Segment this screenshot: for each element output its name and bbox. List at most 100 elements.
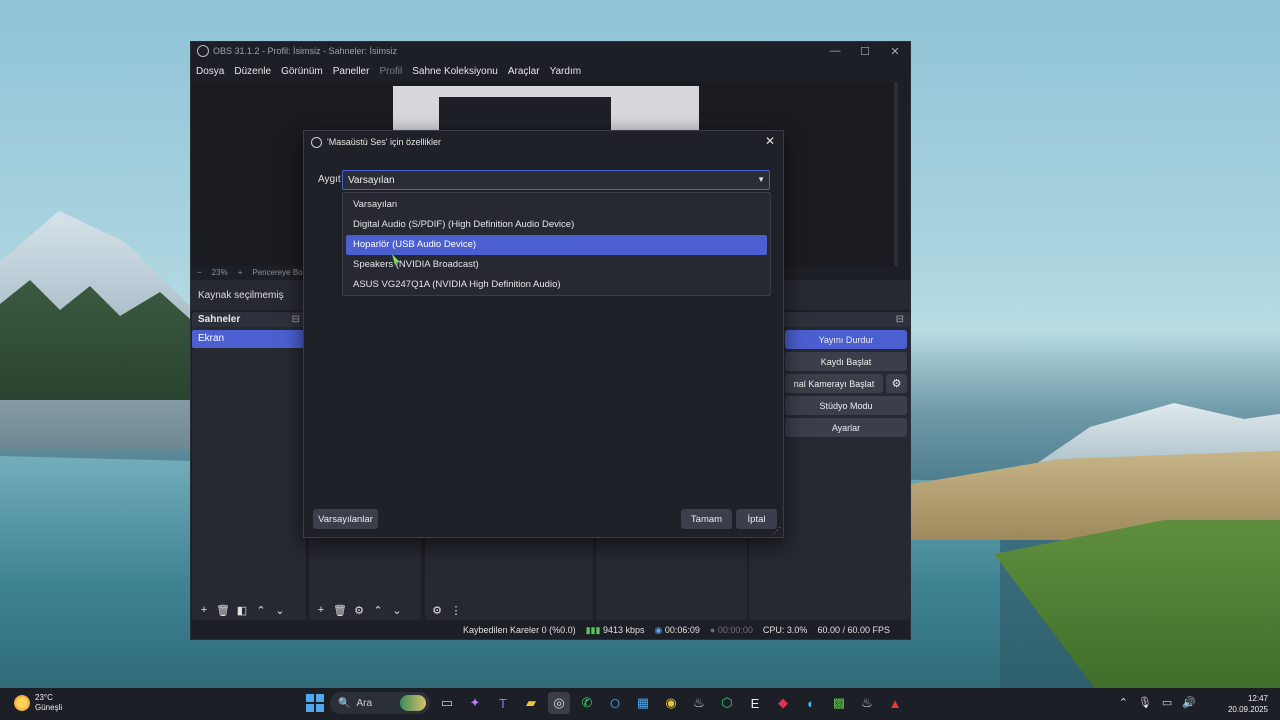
menu-view[interactable]: Görünüm bbox=[276, 64, 328, 80]
minecraft-icon[interactable]: ▩ bbox=[828, 692, 850, 714]
taskbar-apps: 🔍 Ara ▭ ✦ T ▰ ◎ ✆ O ▦ ◉ ♨ ⬡ E ◆ ◐ ▩ ♨ ▲ bbox=[306, 692, 906, 714]
obs-window-title: OBS 31.1.2 - Profil: İsimsiz - Sahneler:… bbox=[213, 46, 398, 56]
chrome-icon[interactable]: ◉ bbox=[660, 692, 682, 714]
advanced-audio-icon[interactable]: ⚙ bbox=[429, 604, 445, 617]
whatsapp-icon[interactable]: ✆ bbox=[576, 692, 598, 714]
obs-taskbar-icon[interactable]: ◎ bbox=[548, 692, 570, 714]
scenes-dock: Sahneler ⊟ Ekran + 🗑 ◧ ⌃ ⌄ bbox=[192, 312, 306, 620]
signal-icon: ▮▮▮ bbox=[585, 624, 601, 635]
teams-icon[interactable]: T bbox=[492, 692, 514, 714]
trash-icon[interactable]: 🗑 bbox=[332, 604, 348, 617]
settings-button[interactable]: Ayarlar bbox=[785, 418, 907, 437]
device-option[interactable]: Digital Audio (S/PDIF) (High Definition … bbox=[346, 215, 767, 235]
steam-secondary-icon[interactable]: ♨ bbox=[856, 692, 878, 714]
obs-logo-icon bbox=[197, 45, 209, 57]
studio-mode-button[interactable]: Stüdyo Modu bbox=[785, 396, 907, 415]
chevron-down-icon: ▼ bbox=[757, 175, 765, 184]
menu-docks[interactable]: Paneller bbox=[328, 64, 375, 80]
zoom-in-button[interactable]: + bbox=[238, 268, 243, 277]
zoom-out-button[interactable]: − bbox=[197, 268, 202, 277]
network-icon[interactable]: ▭ bbox=[1162, 696, 1172, 709]
preview-canvas bbox=[393, 86, 699, 132]
stream-time: ◉ 00:06:09 bbox=[655, 625, 700, 636]
red-app-icon[interactable]: ▲ bbox=[884, 692, 906, 714]
chevron-down-icon[interactable]: ⌄ bbox=[389, 604, 405, 617]
file-explorer-icon[interactable]: ▰ bbox=[520, 692, 542, 714]
store-icon[interactable]: ▦ bbox=[632, 692, 654, 714]
menu-scene-collection[interactable]: Sahne Koleksiyonu bbox=[407, 64, 503, 80]
menu-edit[interactable]: Düzenle bbox=[229, 64, 276, 80]
weather-text: 23°C Güneşli bbox=[35, 693, 62, 713]
cpu-usage: CPU: 3.0% bbox=[762, 625, 808, 635]
device-dropdown-list: Varsayılan Digital Audio (S/PDIF) (High … bbox=[342, 192, 771, 296]
device-option[interactable]: ASUS VG247Q1A (NVIDIA High Definition Au… bbox=[346, 275, 767, 295]
clock[interactable]: 12:47 20.09.2025 bbox=[1228, 693, 1268, 715]
chevron-up-icon[interactable]: ⌃ bbox=[253, 604, 269, 617]
menu-profile[interactable]: Profil bbox=[374, 64, 407, 80]
preview-scrollbar[interactable] bbox=[894, 82, 898, 266]
menu-file[interactable]: Dosya bbox=[191, 64, 229, 80]
windows-start-icon[interactable] bbox=[306, 694, 324, 712]
chevron-up-icon[interactable]: ⌃ bbox=[370, 604, 386, 617]
stop-stream-button[interactable]: Yayını Durdur bbox=[785, 330, 907, 349]
device-option[interactable]: Speakers (NVIDIA Broadcast) bbox=[346, 255, 767, 275]
trash-icon[interactable]: 🗑 bbox=[215, 604, 231, 617]
defaults-button[interactable]: Varsayılanlar bbox=[313, 509, 378, 529]
dialog-titlebar: 'Masaüstü Ses' için özellikler bbox=[304, 131, 783, 153]
record-time: ● 00:00:00 bbox=[709, 625, 753, 635]
zoom-fit-button[interactable]: Pencereye Bo bbox=[252, 268, 302, 277]
close-icon[interactable]: ✕ bbox=[880, 42, 910, 60]
search-highlight-icon bbox=[400, 695, 426, 711]
search-icon: 🔍 bbox=[338, 697, 351, 709]
record-time-value: 00:00:00 bbox=[717, 625, 753, 635]
device-option[interactable]: Varsayılan bbox=[346, 195, 767, 215]
weather-temp: 23°C bbox=[35, 693, 53, 702]
system-tray: ⌃ 🎙 ▭ 🔊 bbox=[1119, 696, 1196, 709]
search-placeholder: Ara bbox=[356, 697, 373, 709]
add-icon[interactable]: + bbox=[196, 604, 212, 616]
chevron-down-icon[interactable]: ⌄ bbox=[272, 604, 288, 617]
device-option-highlighted[interactable]: Hoparlör (USB Audio Device) bbox=[346, 235, 767, 255]
gear-icon[interactable]: ⚙ bbox=[351, 604, 367, 617]
steam-icon[interactable]: ♨ bbox=[688, 692, 710, 714]
close-icon[interactable]: ✕ bbox=[763, 134, 777, 148]
chatgpt-icon[interactable]: ⬡ bbox=[716, 692, 738, 714]
stream-time-value: 00:06:09 bbox=[664, 624, 700, 635]
add-icon[interactable]: + bbox=[313, 604, 329, 616]
filter-icon[interactable]: ◧ bbox=[234, 604, 250, 617]
epic-games-icon[interactable]: E bbox=[744, 692, 766, 714]
menu-help[interactable]: Yardım bbox=[545, 64, 587, 80]
fps: 60.00 / 60.00 FPS bbox=[817, 625, 890, 635]
weather-widget[interactable]: 23°C Güneşli bbox=[14, 693, 62, 713]
preview-canvas-content bbox=[439, 97, 611, 132]
taskbar-search[interactable]: 🔍 Ara bbox=[330, 692, 430, 714]
start-recording-button[interactable]: Kaydı Başlat bbox=[785, 352, 907, 371]
broadcast-icon: ◉ bbox=[654, 624, 663, 635]
outlook-icon[interactable]: O bbox=[604, 692, 626, 714]
dock-menu-icon[interactable]: ⊟ bbox=[896, 314, 904, 325]
browser-icon[interactable]: ◐ bbox=[800, 692, 822, 714]
cancel-button[interactable]: İptal bbox=[736, 509, 777, 529]
menu-tools[interactable]: Araçlar bbox=[503, 64, 545, 80]
volume-icon[interactable]: 🔊 bbox=[1182, 696, 1196, 709]
dock-menu-icon[interactable]: ⊟ bbox=[292, 314, 300, 325]
gear-icon[interactable]: ⚙ bbox=[886, 374, 907, 393]
status-bar: Kaybedilen Kareler 0 (%0.0) ▮▮▮ 9413 kbp… bbox=[191, 621, 910, 639]
creative-app-icon[interactable]: ◆ bbox=[772, 692, 794, 714]
maximize-icon[interactable]: ☐ bbox=[850, 42, 880, 60]
scene-item[interactable]: Ekran bbox=[192, 330, 306, 348]
resize-grip-icon[interactable]: ⋰ bbox=[773, 526, 781, 535]
copilot-icon[interactable]: ✦ bbox=[464, 692, 486, 714]
microphone-icon[interactable]: 🎙 bbox=[1138, 696, 1152, 709]
device-select[interactable]: Varsayılan ▼ bbox=[342, 170, 770, 190]
wallpaper-grass bbox=[994, 520, 1280, 688]
obs-logo-icon bbox=[311, 136, 322, 148]
task-view-icon[interactable]: ▭ bbox=[436, 692, 458, 714]
more-options-icon[interactable]: ⋮ bbox=[448, 604, 464, 617]
minimize-icon[interactable]: — bbox=[820, 42, 850, 60]
ok-button[interactable]: Tamam bbox=[681, 509, 732, 529]
start-virtual-camera-button[interactable]: nal Kamerayı Başlat bbox=[785, 374, 883, 393]
properties-dialog: 'Masaüstü Ses' için özellikler ✕ Aygıt V… bbox=[303, 130, 784, 538]
scenes-title: Sahneler bbox=[198, 314, 241, 325]
chevron-up-icon[interactable]: ⌃ bbox=[1119, 696, 1128, 709]
